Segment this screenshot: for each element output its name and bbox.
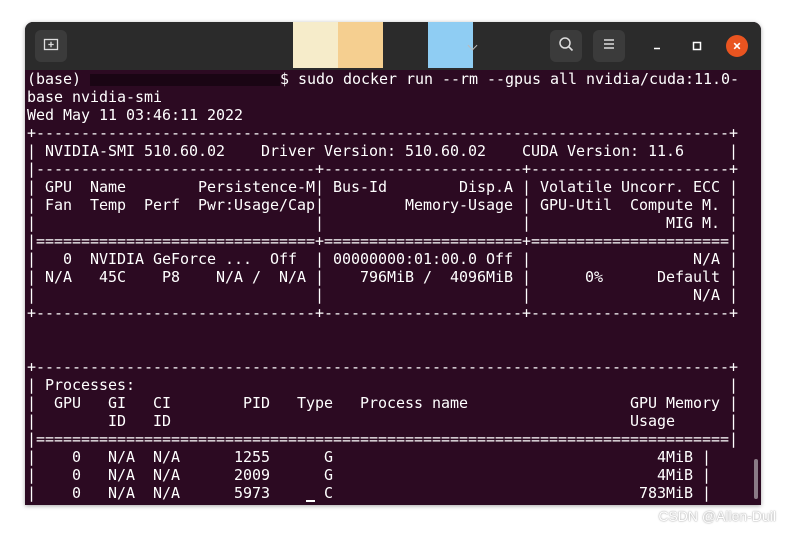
terminal-line: | GPU Name Persistence-M| Bus-Id Disp.A … bbox=[27, 178, 739, 196]
prompt-prefix: (base) bbox=[27, 70, 91, 88]
terminal-line: | Processes: | bbox=[27, 376, 739, 394]
redacted-hostname bbox=[90, 73, 281, 86]
maximize-icon bbox=[691, 37, 703, 56]
headerbar bbox=[25, 22, 761, 70]
terminal-line: | 0 N/A N/A 5973 C 783MiB | bbox=[27, 484, 712, 502]
minimize-icon bbox=[651, 37, 663, 56]
terminal-line: | | | N/A | bbox=[27, 286, 739, 304]
terminal-line: +---------------------------------------… bbox=[27, 124, 739, 142]
redacted-block bbox=[293, 22, 338, 68]
terminal-line: +---------------------------------------… bbox=[27, 502, 761, 505]
redacted-block bbox=[338, 22, 383, 68]
minimize-button[interactable] bbox=[646, 35, 668, 57]
terminal-output[interactable]: (base) $ sudo docker run --rm --gpus all… bbox=[27, 70, 761, 505]
maximize-button[interactable] bbox=[686, 35, 708, 57]
hamburger-menu-icon bbox=[601, 36, 617, 56]
watermark: CSDN @Allen-Duil bbox=[658, 508, 776, 524]
search-button[interactable] bbox=[550, 30, 582, 62]
terminal-line: | N/A 45C P8 N/A / N/A | 796MiB / 4096Mi… bbox=[27, 268, 739, 286]
terminal-line: | 0 N/A N/A 2009 G 4MiB | bbox=[27, 466, 712, 484]
command-line-wrap: base nvidia-smi bbox=[27, 88, 163, 106]
terminal-line: +-------------------------------+-------… bbox=[27, 304, 739, 322]
terminal-line: | GPU GI CI PID Type Process name GPU Me… bbox=[27, 394, 739, 412]
new-tab-icon bbox=[43, 36, 59, 56]
new-tab-button[interactable] bbox=[35, 30, 67, 62]
output-lines: Wed May 11 03:46:11 2022 +---------------… bbox=[27, 106, 761, 505]
terminal-line: | | | MIG M. | bbox=[27, 214, 739, 232]
terminal-line: |-------------------------------+-------… bbox=[27, 160, 739, 178]
terminal-window: (base) $ sudo docker run --rm --gpus all… bbox=[25, 22, 761, 505]
scrollbar-thumb[interactable] bbox=[754, 459, 758, 499]
terminal-line: |===============================+=======… bbox=[27, 232, 739, 250]
command-line: (base) $ sudo docker run --rm --gpus all… bbox=[27, 70, 761, 88]
search-icon bbox=[558, 36, 574, 56]
text-cursor bbox=[306, 500, 315, 502]
terminal-line: | 0 N/A N/A 1255 G 4MiB | bbox=[27, 448, 712, 466]
close-button[interactable] bbox=[726, 35, 748, 57]
terminal-line: | Fan Temp Perf Pwr:Usage/Cap| Memory-Us… bbox=[27, 196, 739, 214]
menu-button[interactable] bbox=[593, 30, 625, 62]
terminal-line: | 0 NVIDIA GeForce ... Off | 00000000:01… bbox=[27, 250, 739, 268]
terminal-line: | NVIDIA-SMI 510.60.02 Driver Version: 5… bbox=[27, 142, 739, 160]
terminal-line: +---------------------------------------… bbox=[27, 358, 739, 376]
close-icon bbox=[731, 37, 743, 56]
terminal-line: |=======================================… bbox=[27, 430, 739, 448]
terminal-line: Wed May 11 03:46:11 2022 bbox=[27, 106, 244, 124]
terminal-line: | ID ID Usage | bbox=[27, 412, 739, 430]
command-text: $ sudo docker run --rm --gpus all nvidia… bbox=[280, 70, 740, 88]
